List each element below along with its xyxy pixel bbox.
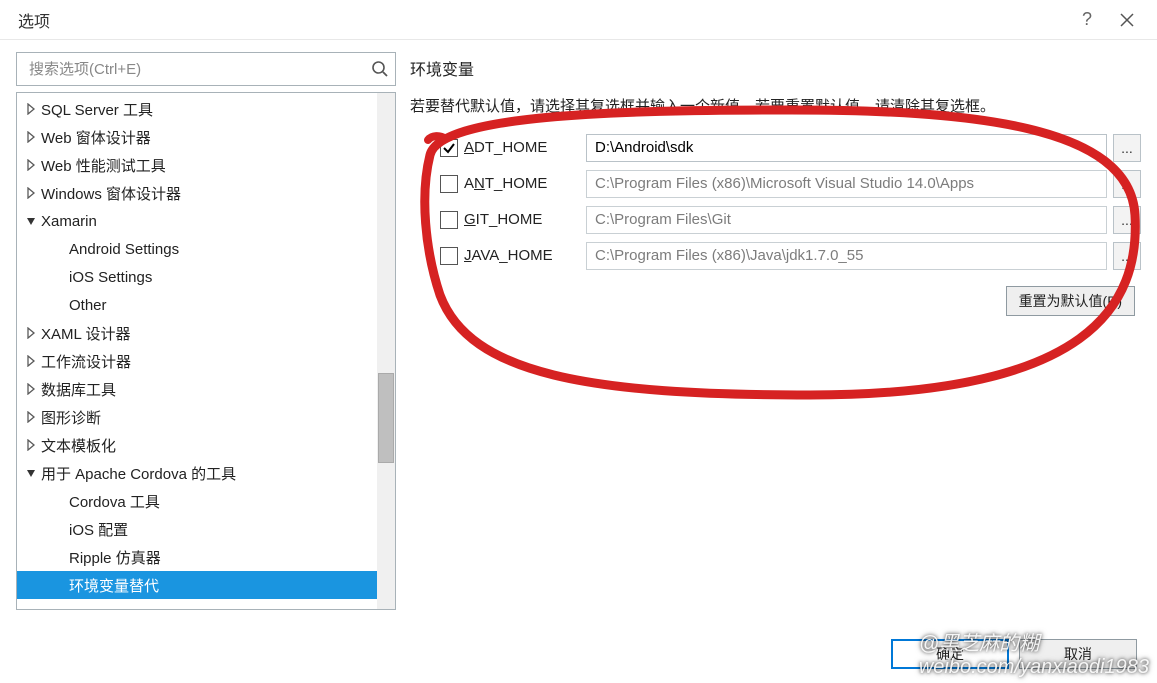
chevron-down-icon[interactable] [25, 215, 37, 227]
tree-item[interactable]: Ripple 仿真器 [17, 543, 395, 571]
tree-item[interactable]: SQL Server 工具 [17, 95, 395, 123]
tree-item-label: 环境变量替代 [69, 575, 159, 596]
tree-arrow-spacer [53, 271, 65, 283]
checkbox[interactable] [440, 247, 458, 265]
section-title: 环境变量 [410, 56, 1141, 80]
chevron-right-icon[interactable] [25, 187, 37, 199]
help-text: 若要替代默认值，请选择其复选框并输入一个新值。若要重置默认值，请清除其复选框。 [410, 94, 1141, 120]
tree-item-label: Windows 窗体设计器 [41, 183, 181, 204]
env-row: ANT_HOME... [410, 166, 1141, 202]
tree-item[interactable]: iOS 配置 [17, 515, 395, 543]
chevron-down-icon[interactable] [25, 467, 37, 479]
search-icon[interactable] [371, 60, 389, 78]
tree-arrow-spacer [53, 495, 65, 507]
checkbox[interactable] [440, 139, 458, 157]
tree-item[interactable]: 环境变量替代 [17, 571, 395, 599]
reset-button[interactable]: 重置为默认值(R) [1006, 286, 1135, 316]
tree-item[interactable]: 用于 Apache Cordova 的工具 [17, 459, 395, 487]
tree-item[interactable]: Windows 窗体设计器 [17, 179, 395, 207]
content: SQL Server 工具 Web 窗体设计器 Web 性能测试工具 Windows … [0, 40, 1157, 610]
tree-arrow-spacer [53, 523, 65, 535]
scrollbar-track[interactable] [377, 93, 395, 609]
tree-arrow-spacer [53, 243, 65, 255]
tree-item[interactable]: Web 性能测试工具 [17, 151, 395, 179]
tree-arrow-spacer [53, 551, 65, 563]
tree-item[interactable]: iOS Settings [17, 263, 395, 291]
tree-item-label: 数据库工具 [41, 379, 116, 400]
tree-item-label: Web 窗体设计器 [41, 127, 151, 148]
tree-item-label: Other [69, 297, 107, 314]
tree-item[interactable]: 图形诊断 [17, 403, 395, 431]
env-rows: ADT_HOME...ANT_HOME...GIT_HOME...JAVA_HO… [410, 130, 1141, 274]
scrollbar-thumb[interactable] [378, 373, 394, 463]
env-var-label: GIT_HOME [464, 211, 580, 228]
env-var-label: ADT_HOME [464, 139, 580, 156]
checkbox[interactable] [440, 211, 458, 229]
tree-item-label: Web 性能测试工具 [41, 155, 166, 176]
env-var-input[interactable] [586, 170, 1107, 198]
search-wrap [16, 52, 396, 86]
tree-item-label: 图形诊断 [41, 407, 101, 428]
watermark: @黑芝麻的糊 weibo.com/yanxiaodi1983 [919, 627, 1149, 679]
env-row: GIT_HOME... [410, 202, 1141, 238]
tree-item-label: SQL Server 工具 [41, 99, 153, 120]
tree-item-label: Cordova 工具 [69, 491, 160, 512]
chevron-right-icon[interactable] [25, 327, 37, 339]
browse-button[interactable]: ... [1113, 206, 1141, 234]
tree-item[interactable]: 工作流设计器 [17, 347, 395, 375]
tree-item[interactable]: 文本模板化 [17, 431, 395, 459]
tree-item-label: iOS Settings [69, 269, 152, 286]
options-tree[interactable]: SQL Server 工具 Web 窗体设计器 Web 性能测试工具 Windows … [16, 92, 396, 610]
checkbox[interactable] [440, 175, 458, 193]
close-icon[interactable] [1107, 0, 1147, 40]
browse-button[interactable]: ... [1113, 134, 1141, 162]
tree-item[interactable]: Other [17, 291, 395, 319]
tree-item-label: XAML 设计器 [41, 323, 130, 344]
chevron-right-icon[interactable] [25, 383, 37, 395]
tree-item-label: 工作流设计器 [41, 351, 131, 372]
tree-item[interactable]: Xamarin [17, 207, 395, 235]
env-var-label: JAVA_HOME [464, 247, 580, 264]
chevron-right-icon[interactable] [25, 355, 37, 367]
env-row: JAVA_HOME... [410, 238, 1141, 274]
right-pane: 环境变量 若要替代默认值，请选择其复选框并输入一个新值。若要重置默认值，请清除其… [410, 52, 1141, 610]
browse-button[interactable]: ... [1113, 242, 1141, 270]
tree-item-label: iOS 配置 [69, 519, 128, 540]
env-row: ADT_HOME... [410, 130, 1141, 166]
titlebar: 选项 ? [0, 0, 1157, 40]
tree-item[interactable]: Cordova 工具 [17, 487, 395, 515]
env-var-input[interactable] [586, 206, 1107, 234]
chevron-right-icon[interactable] [25, 131, 37, 143]
chevron-right-icon[interactable] [25, 159, 37, 171]
tree-arrow-spacer [53, 579, 65, 591]
env-var-input[interactable] [586, 134, 1107, 162]
tree-item-label: Android Settings [69, 241, 179, 258]
help-icon[interactable]: ? [1067, 0, 1107, 40]
tree-item[interactable]: Web 窗体设计器 [17, 123, 395, 151]
tree-item-label: 用于 Apache Cordova 的工具 [41, 463, 236, 484]
env-var-label: ANT_HOME [464, 175, 580, 192]
tree-item[interactable]: Android Settings [17, 235, 395, 263]
tree-item-label: 文本模板化 [41, 435, 116, 456]
browse-button[interactable]: ... [1113, 170, 1141, 198]
chevron-right-icon[interactable] [25, 411, 37, 423]
env-var-input[interactable] [586, 242, 1107, 270]
chevron-right-icon[interactable] [25, 439, 37, 451]
tree-item-label: Ripple 仿真器 [69, 547, 161, 568]
tree-item-label: Xamarin [41, 213, 97, 230]
left-pane: SQL Server 工具 Web 窗体设计器 Web 性能测试工具 Windows … [16, 52, 396, 610]
tree-item[interactable]: 数据库工具 [17, 375, 395, 403]
tree-item[interactable]: XAML 设计器 [17, 319, 395, 347]
tree-arrow-spacer [53, 299, 65, 311]
chevron-right-icon[interactable] [25, 103, 37, 115]
dialog-title: 选项 [18, 8, 1067, 32]
search-input[interactable] [27, 60, 371, 79]
